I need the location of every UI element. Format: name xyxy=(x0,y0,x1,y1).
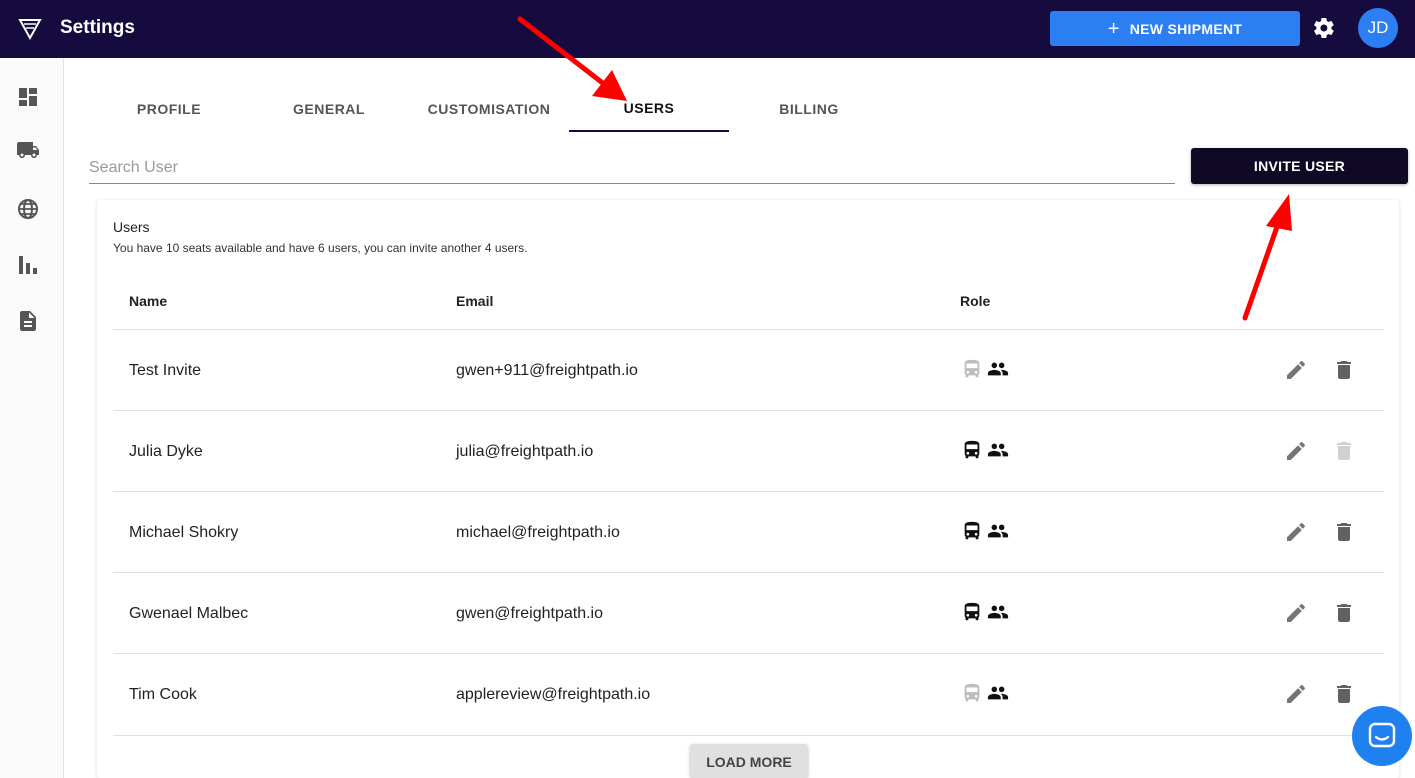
bar-chart-icon[interactable] xyxy=(16,253,40,277)
avatar[interactable]: JD xyxy=(1358,8,1398,48)
user-name: Tim Cook xyxy=(129,685,197,703)
column-header-name: Name xyxy=(129,293,168,309)
gear-icon[interactable] xyxy=(1312,16,1336,40)
table-row: Julia Dyke julia@freightpath.io xyxy=(113,411,1384,492)
user-email: julia@freightpath.io xyxy=(456,442,594,460)
logo-icon[interactable] xyxy=(18,16,42,40)
table-row: Test Invite gwen+911@freightpath.io xyxy=(113,330,1384,411)
bus-icon xyxy=(964,359,980,378)
delete-icon[interactable] xyxy=(1332,682,1356,706)
user-email: applereview@freightpath.io xyxy=(456,685,651,703)
tab-profile[interactable]: PROFILE xyxy=(89,86,249,132)
globe-icon[interactable] xyxy=(16,197,40,221)
edit-icon[interactable] xyxy=(1284,439,1308,463)
column-header-email: Email xyxy=(456,293,494,309)
invite-user-button[interactable]: INVITE USER xyxy=(1191,148,1408,184)
role-icons xyxy=(961,520,1009,542)
load-more-button[interactable]: LOAD MORE xyxy=(690,744,808,778)
people-icon xyxy=(987,605,1009,619)
chat-icon xyxy=(1368,722,1396,748)
page-title: Settings xyxy=(60,17,135,38)
edit-icon[interactable] xyxy=(1284,520,1308,544)
column-header-role: Role xyxy=(960,293,991,309)
bus-icon xyxy=(964,440,980,459)
card-title: Users xyxy=(113,219,150,235)
edit-icon[interactable] xyxy=(1284,358,1308,382)
table-row: Michael Shokry michael@freightpath.io xyxy=(113,492,1384,573)
delete-icon[interactable] xyxy=(1332,520,1356,544)
user-email: gwen@freightpath.io xyxy=(456,604,603,622)
user-name: Julia Dyke xyxy=(129,442,203,460)
tab-users[interactable]: USERS xyxy=(569,86,729,132)
tab-customisation[interactable]: CUSTOMISATION xyxy=(409,86,569,132)
role-icons xyxy=(961,601,1009,623)
user-email: gwen+911@freightpath.io xyxy=(456,361,638,379)
plus-icon: + xyxy=(1107,17,1120,40)
role-icons xyxy=(961,358,1009,380)
users-card: Users You have 10 seats available and ha… xyxy=(97,200,1399,778)
user-name: Michael Shokry xyxy=(129,523,239,541)
new-shipment-label: NEW SHIPMENT xyxy=(1129,20,1243,37)
bus-icon xyxy=(964,602,980,621)
new-shipment-button[interactable]: + NEW SHIPMENT xyxy=(1050,11,1300,46)
edit-icon[interactable] xyxy=(1284,682,1308,706)
search-input[interactable] xyxy=(89,152,1175,184)
chat-launcher-button[interactable] xyxy=(1352,706,1412,766)
truck-icon[interactable] xyxy=(16,138,40,162)
user-name: Gwenael Malbec xyxy=(129,604,249,622)
role-icons xyxy=(961,682,1009,704)
tab-general[interactable]: GENERAL xyxy=(249,86,409,132)
delete-icon xyxy=(1337,442,1351,460)
bus-icon xyxy=(964,683,980,702)
bus-icon xyxy=(964,521,980,540)
people-icon xyxy=(987,524,1009,538)
people-icon xyxy=(987,686,1009,700)
seats-summary: You have 10 seats available and have 6 u… xyxy=(113,241,528,255)
top-bar: Settings + NEW SHIPMENT JD xyxy=(0,0,1415,58)
table-row: Gwenael Malbec gwen@freightpath.io xyxy=(113,573,1384,654)
role-icons xyxy=(961,439,1009,461)
table-row: Tim Cook applereview@freightpath.io xyxy=(113,654,1384,735)
tab-billing[interactable]: BILLING xyxy=(729,86,889,132)
user-email: michael@freightpath.io xyxy=(456,523,620,541)
dashboard-icon[interactable] xyxy=(16,85,40,109)
edit-icon[interactable] xyxy=(1284,601,1308,625)
divider xyxy=(113,735,1384,736)
user-name: Test Invite xyxy=(129,361,202,379)
people-icon xyxy=(987,362,1009,376)
sidebar xyxy=(0,58,64,778)
document-icon[interactable] xyxy=(16,309,40,333)
delete-icon[interactable] xyxy=(1332,601,1356,625)
delete-icon[interactable] xyxy=(1332,358,1356,382)
people-icon xyxy=(987,443,1009,457)
